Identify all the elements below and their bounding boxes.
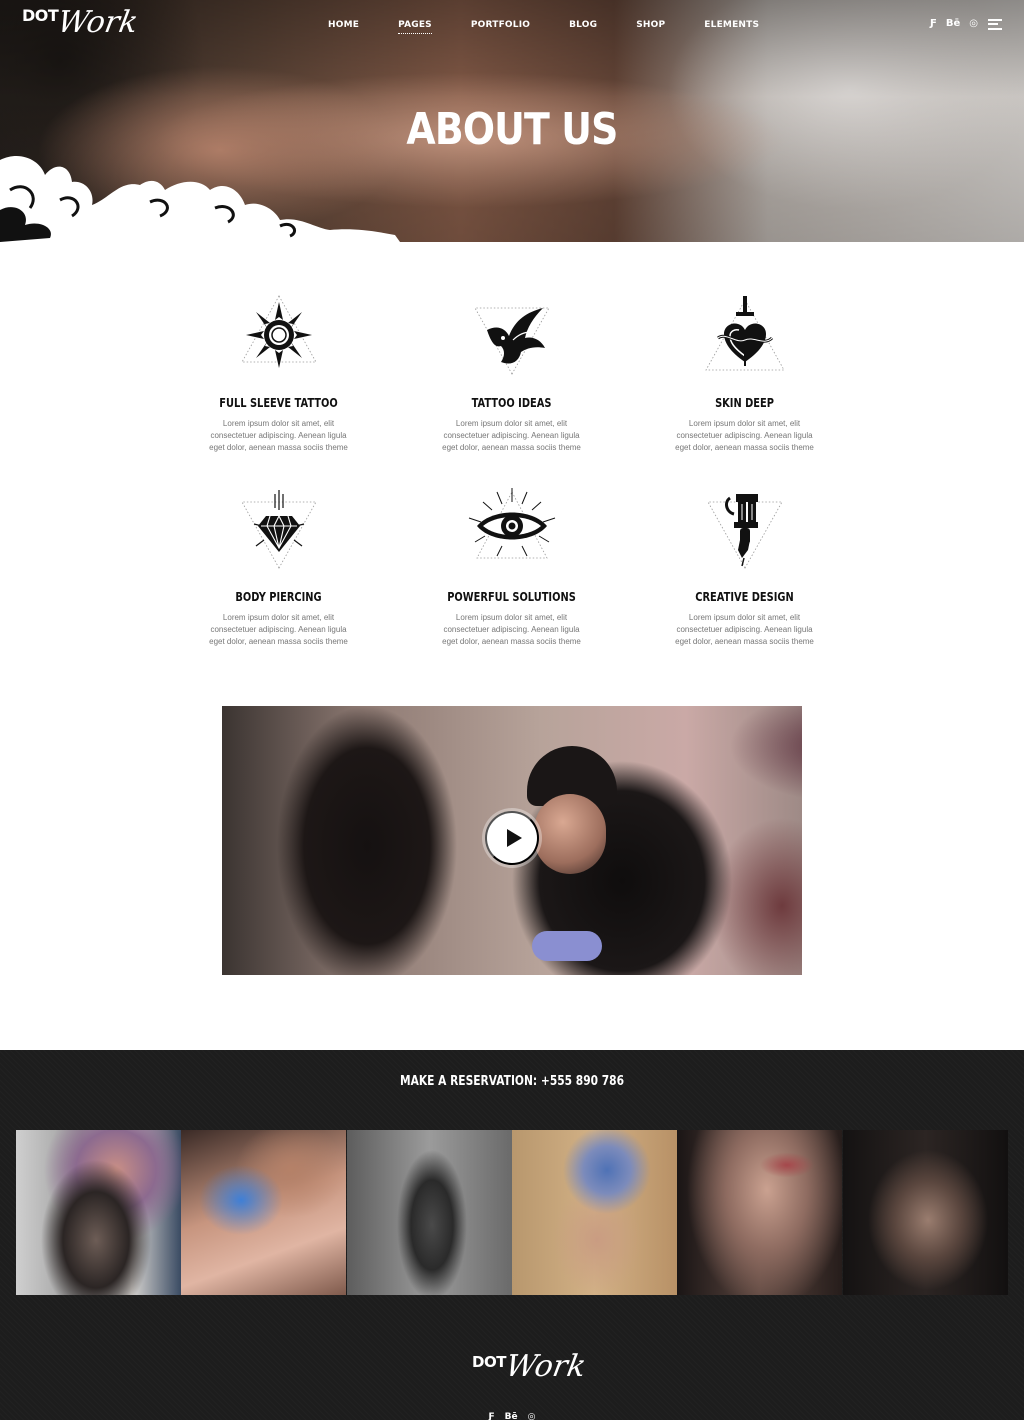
nav-home[interactable]: HOME (328, 19, 359, 31)
feature-description: Lorem ipsum dolor sit amet, elit consect… (442, 419, 581, 452)
diamond-icon (240, 490, 317, 569)
footer: MAKE A RESERVATION: +555 890 786 DOT Wor… (0, 1050, 1024, 1420)
feature-item: POWERFUL SOLUTIONS Lorem ipsum dolor sit… (395, 484, 628, 646)
instagram-icon[interactable]: ◎ (969, 18, 978, 30)
feature-description: Lorem ipsum dolor sit amet, elit consect… (675, 613, 814, 646)
reservation-phone[interactable]: MAKE A RESERVATION: +555 890 786 (92, 1075, 932, 1089)
behance-icon[interactable]: Bē (505, 1412, 518, 1420)
feature-item: CREATIVE DESIGN Lorem ipsum dolor sit am… (628, 484, 861, 646)
feature-description: Lorem ipsum dolor sit amet, elit consect… (209, 613, 348, 646)
gallery-image-tattooed-woman-portrait[interactable] (16, 1130, 181, 1295)
dagger-heart-icon (704, 296, 785, 371)
gallery-image-tattoo-artist-working[interactable] (181, 1130, 347, 1295)
feature-title: SKIN DEEP (715, 396, 774, 410)
nav-pages[interactable]: PAGES (398, 19, 432, 34)
hamburger-menu-icon[interactable] (988, 18, 1002, 30)
feature-item: TATTOO IDEAS Lorem ipsum dolor sit amet,… (395, 290, 628, 452)
footer-logo-work-text: Work (502, 1349, 589, 1384)
site-logo[interactable]: DOT Work (22, 5, 141, 40)
eye-icon (468, 488, 555, 559)
instagram-icon[interactable]: ◎ (528, 1412, 536, 1420)
main-nav: HOME PAGES PORTFOLIO BLOG SHOP ELEMENTS (328, 19, 798, 34)
feature-description: Lorem ipsum dolor sit amet, elit consect… (675, 419, 814, 452)
feature-title: TATTOO IDEAS (471, 396, 552, 410)
gallery-image-neck-tattoo[interactable] (677, 1130, 843, 1295)
nav-elements[interactable]: ELEMENTS (704, 19, 759, 31)
video-thumbnail-client (272, 706, 462, 975)
behance-icon[interactable]: Bē (946, 18, 960, 30)
gallery-image-tattooed-man-torso[interactable] (346, 1130, 512, 1295)
foursquare-icon[interactable]: Ƒ (930, 18, 937, 30)
nav-blog[interactable]: BLOG (569, 19, 597, 31)
feature-title: POWERFUL SOLUTIONS (447, 590, 576, 604)
footer-logo[interactable]: DOT Work (472, 1349, 589, 1384)
instagram-gallery (16, 1130, 1008, 1295)
logo-dot-text: DOT (22, 6, 59, 25)
nav-portfolio[interactable]: PORTFOLIO (471, 19, 530, 31)
feature-item: SKIN DEEP Lorem ipsum dolor sit amet, el… (628, 290, 861, 452)
feature-item: BODY PIERCING Lorem ipsum dolor sit amet… (162, 484, 395, 646)
hero-banner: DOT Work HOME PAGES PORTFOLIO BLOG SHOP … (0, 0, 1024, 242)
video-thumbnail-glove (532, 931, 602, 961)
gallery-image-tattooed-man-dark[interactable] (842, 1130, 1008, 1295)
footer-logo-dot-text: DOT (472, 1353, 506, 1371)
footer-social: Ƒ Bē ◎ (0, 1412, 1024, 1420)
feature-title: BODY PIERCING (235, 590, 322, 604)
nav-shop[interactable]: SHOP (636, 19, 665, 31)
play-icon[interactable] (485, 811, 539, 865)
feature-item: FULL SLEEVE TATTOO Lorem ipsum dolor sit… (162, 290, 395, 452)
video-thumbnail-face (534, 794, 606, 874)
wave-ornament (0, 155, 400, 242)
page-title: ABOUT US (406, 104, 618, 155)
gallery-image-blue-haired-woman[interactable] (511, 1130, 677, 1295)
feature-description: Lorem ipsum dolor sit amet, elit consect… (442, 613, 581, 646)
foursquare-icon[interactable]: Ƒ (489, 1412, 495, 1420)
feature-title: CREATIVE DESIGN (695, 590, 794, 604)
features-grid: FULL SLEEVE TATTOO Lorem ipsum dolor sit… (162, 290, 862, 646)
video-player[interactable] (222, 706, 802, 975)
logo-work-text: Work (55, 5, 141, 40)
swallow-bird-icon (473, 307, 550, 375)
sun-icon (240, 295, 317, 368)
tattoo-machine-icon (706, 494, 783, 569)
header-social: Ƒ Bē ◎ (921, 18, 1002, 30)
feature-description: Lorem ipsum dolor sit amet, elit consect… (209, 419, 348, 452)
feature-title: FULL SLEEVE TATTOO (219, 396, 338, 410)
